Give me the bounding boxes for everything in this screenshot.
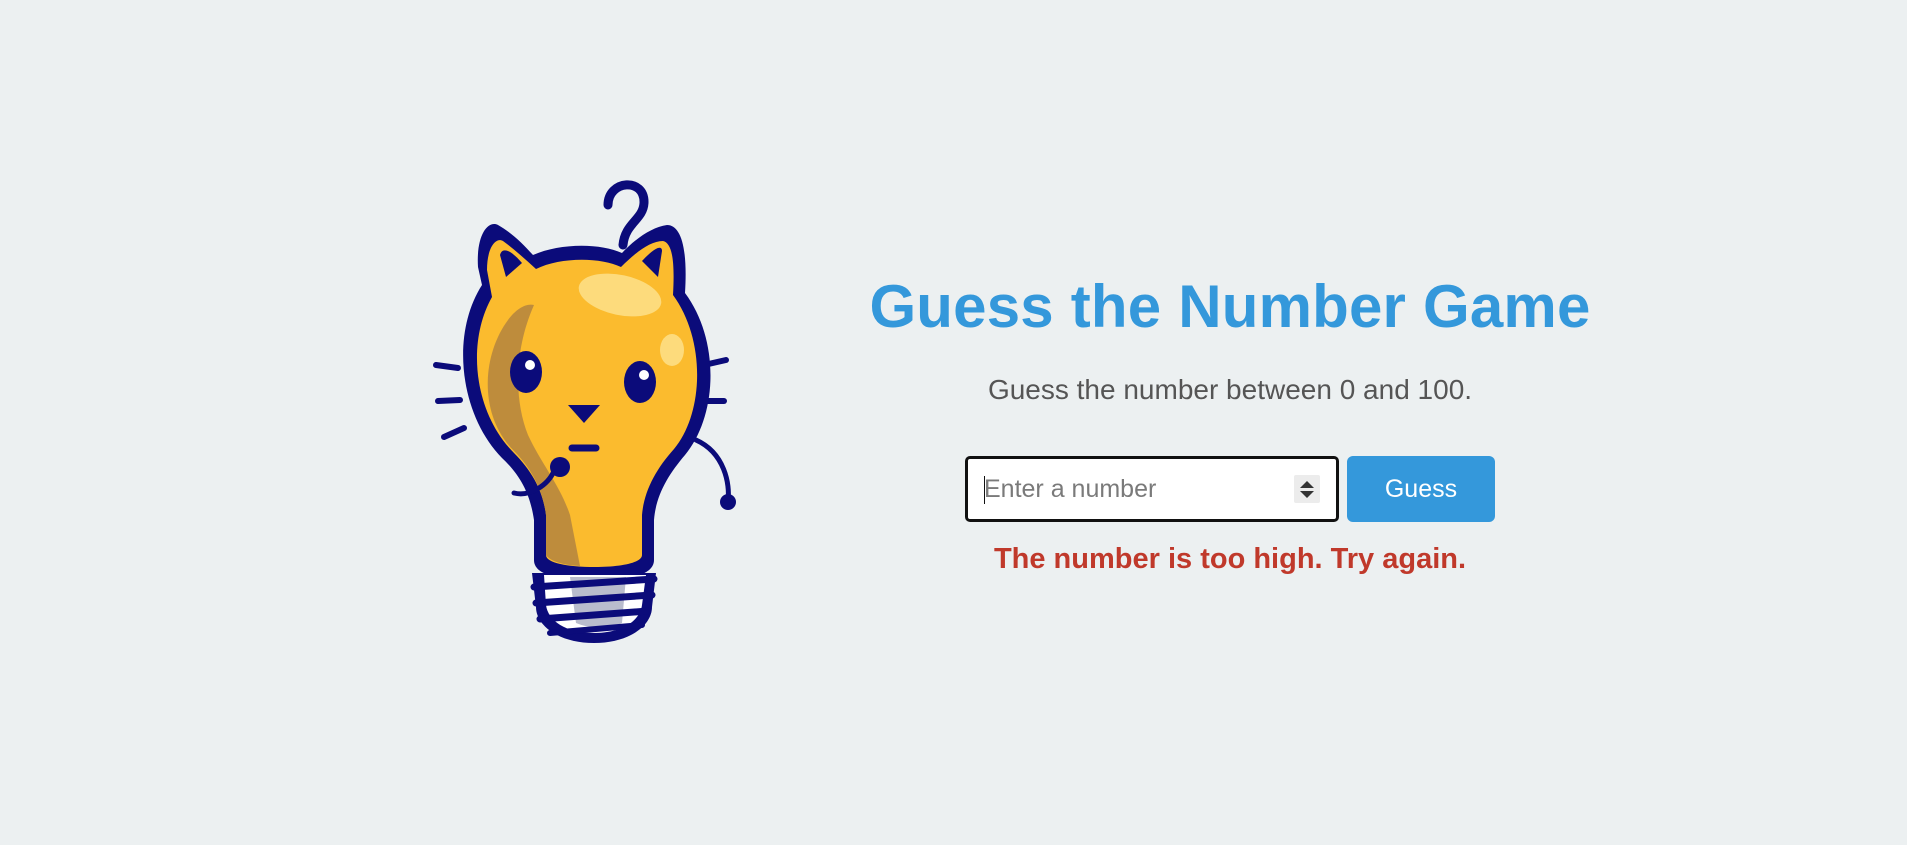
- stepper-down-icon[interactable]: [1300, 490, 1314, 498]
- feedback-message: The number is too high. Try again.: [993, 543, 1467, 575]
- game-panel: Guess the Number Game Guess the number b…: [810, 262, 1650, 576]
- lightbulb-cat-icon: [430, 175, 750, 655]
- game-instructions: Guess the number between 0 and 100.: [987, 374, 1473, 405]
- number-input-wrapper: [965, 456, 1339, 522]
- text-cursor: [984, 476, 985, 504]
- guess-form: Guess: [810, 456, 1650, 522]
- stepper-up-icon[interactable]: [1300, 480, 1314, 488]
- page-title: Guess the Number Game: [869, 273, 1591, 340]
- game-page: Guess the Number Game Guess the number b…: [0, 0, 1907, 845]
- guess-button[interactable]: Guess: [1347, 456, 1495, 522]
- number-input[interactable]: [968, 459, 1336, 519]
- number-stepper[interactable]: [1294, 475, 1320, 503]
